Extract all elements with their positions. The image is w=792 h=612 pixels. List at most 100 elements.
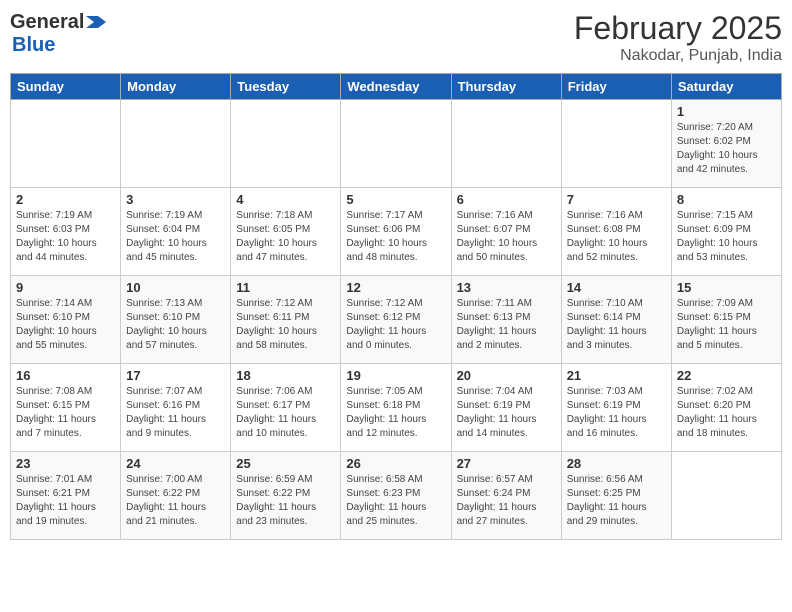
- calendar-cell: 23 Sunrise: 7:01 AM Sunset: 6:21 PM Dayli…: [11, 452, 121, 540]
- page-container: General Blue February 2025 Nakodar, Punj…: [0, 0, 792, 612]
- calendar-cell: 21 Sunrise: 7:03 AM Sunset: 6:19 PM Dayli…: [561, 364, 671, 452]
- sub-title: Nakodar, Punjab, India: [574, 47, 782, 65]
- day-info: Sunrise: 7:15 AM Sunset: 6:09 PM Dayligh…: [677, 209, 776, 265]
- calendar-cell: 5Sunrise: 7:17 AM Sunset: 6:06 PM Daylig…: [341, 188, 451, 276]
- day-number: 26: [346, 456, 445, 471]
- logo-text: General Blue: [10, 10, 108, 57]
- logo-blue: Blue: [12, 34, 55, 56]
- calendar-week-3: 9 Sunrise: 7:14 AM Sunset: 6:10 PM Daylig…: [11, 276, 782, 364]
- calendar-cell: 8 Sunrise: 7:15 AM Sunset: 6:09 PM Daylig…: [671, 188, 781, 276]
- calendar-cell: 19Sunrise: 7:05 AM Sunset: 6:18 PM Dayli…: [341, 364, 451, 452]
- day-info: Sunrise: 7:14 AM Sunset: 6:10 PM Dayligh…: [16, 297, 115, 353]
- day-number: 15: [677, 280, 776, 295]
- day-info: Sunrise: 7:10 AM Sunset: 6:14 PM Dayligh…: [567, 297, 666, 353]
- day-number: 2: [16, 192, 115, 207]
- day-info: Sunrise: 7:19 AM Sunset: 6:04 PM Dayligh…: [126, 209, 225, 265]
- logo-general: General: [10, 11, 84, 34]
- day-info: Sunrise: 7:19 AM Sunset: 6:03 PM Dayligh…: [16, 209, 115, 265]
- day-number: 3: [126, 192, 225, 207]
- calendar-cell: 1 Sunrise: 7:20 AM Sunset: 6:02 PM Daylig…: [671, 100, 781, 188]
- header-thursday: Thursday: [451, 74, 561, 100]
- header-row: Sunday Monday Tuesday Wednesday Thursday…: [11, 74, 782, 100]
- calendar-cell: 24 Sunrise: 7:00 AM Sunset: 6:22 PM Dayli…: [121, 452, 231, 540]
- calendar-cell: 27 Sunrise: 6:57 AM Sunset: 6:24 PM Dayli…: [451, 452, 561, 540]
- header-tuesday: Tuesday: [231, 74, 341, 100]
- day-number: 27: [457, 456, 556, 471]
- calendar-table: Sunday Monday Tuesday Wednesday Thursday…: [10, 73, 782, 540]
- day-info: Sunrise: 7:18 AM Sunset: 6:05 PM Dayligh…: [236, 209, 335, 265]
- logo: General Blue: [10, 10, 108, 57]
- day-info: Sunrise: 7:04 AM Sunset: 6:19 PM Dayligh…: [457, 385, 556, 441]
- day-info: Sunrise: 7:13 AM Sunset: 6:10 PM Dayligh…: [126, 297, 225, 353]
- day-number: 14: [567, 280, 666, 295]
- calendar-cell: 26 Sunrise: 6:58 AM Sunset: 6:23 PM Dayli…: [341, 452, 451, 540]
- calendar-header: Sunday Monday Tuesday Wednesday Thursday…: [11, 74, 782, 100]
- calendar-cell: 11 Sunrise: 7:12 AM Sunset: 6:11 PM Dayli…: [231, 276, 341, 364]
- calendar-week-1: 1 Sunrise: 7:20 AM Sunset: 6:02 PM Daylig…: [11, 100, 782, 188]
- day-number: 4: [236, 192, 335, 207]
- day-info: Sunrise: 6:56 AM Sunset: 6:25 PM Dayligh…: [567, 473, 666, 529]
- calendar-cell: 14 Sunrise: 7:10 AM Sunset: 6:14 PM Dayli…: [561, 276, 671, 364]
- day-info: Sunrise: 7:09 AM Sunset: 6:15 PM Dayligh…: [677, 297, 776, 353]
- day-number: 7: [567, 192, 666, 207]
- day-info: Sunrise: 6:59 AM Sunset: 6:22 PM Dayligh…: [236, 473, 335, 529]
- calendar-cell: 9 Sunrise: 7:14 AM Sunset: 6:10 PM Daylig…: [11, 276, 121, 364]
- day-info: Sunrise: 7:16 AM Sunset: 6:07 PM Dayligh…: [457, 209, 556, 265]
- day-number: 9: [16, 280, 115, 295]
- day-number: 20: [457, 368, 556, 383]
- calendar-cell: [231, 100, 341, 188]
- logo-arrow-icon: [84, 10, 108, 34]
- calendar-cell: 16 Sunrise: 7:08 AM Sunset: 6:15 PM Dayli…: [11, 364, 121, 452]
- calendar-cell: [341, 100, 451, 188]
- calendar-body: 1 Sunrise: 7:20 AM Sunset: 6:02 PM Daylig…: [11, 100, 782, 540]
- day-info: Sunrise: 7:07 AM Sunset: 6:16 PM Dayligh…: [126, 385, 225, 441]
- header-sunday: Sunday: [11, 74, 121, 100]
- day-info: Sunrise: 7:00 AM Sunset: 6:22 PM Dayligh…: [126, 473, 225, 529]
- day-info: Sunrise: 6:57 AM Sunset: 6:24 PM Dayligh…: [457, 473, 556, 529]
- calendar-cell: [451, 100, 561, 188]
- day-number: 13: [457, 280, 556, 295]
- calendar-cell: [561, 100, 671, 188]
- day-number: 22: [677, 368, 776, 383]
- day-info: Sunrise: 7:12 AM Sunset: 6:11 PM Dayligh…: [236, 297, 335, 353]
- day-number: 23: [16, 456, 115, 471]
- day-number: 1: [677, 104, 776, 119]
- day-info: Sunrise: 7:01 AM Sunset: 6:21 PM Dayligh…: [16, 473, 115, 529]
- day-info: Sunrise: 7:06 AM Sunset: 6:17 PM Dayligh…: [236, 385, 335, 441]
- main-title: February 2025: [574, 10, 782, 47]
- calendar-cell: [671, 452, 781, 540]
- calendar-cell: 25Sunrise: 6:59 AM Sunset: 6:22 PM Dayli…: [231, 452, 341, 540]
- day-info: Sunrise: 7:02 AM Sunset: 6:20 PM Dayligh…: [677, 385, 776, 441]
- header-wednesday: Wednesday: [341, 74, 451, 100]
- calendar-cell: 7 Sunrise: 7:16 AM Sunset: 6:08 PM Daylig…: [561, 188, 671, 276]
- calendar-cell: 20 Sunrise: 7:04 AM Sunset: 6:19 PM Dayli…: [451, 364, 561, 452]
- day-info: Sunrise: 7:16 AM Sunset: 6:08 PM Dayligh…: [567, 209, 666, 265]
- calendar-cell: 17 Sunrise: 7:07 AM Sunset: 6:16 PM Dayli…: [121, 364, 231, 452]
- day-number: 8: [677, 192, 776, 207]
- day-number: 11: [236, 280, 335, 295]
- day-number: 5: [346, 192, 445, 207]
- calendar-cell: 6Sunrise: 7:16 AM Sunset: 6:07 PM Daylig…: [451, 188, 561, 276]
- day-info: Sunrise: 7:05 AM Sunset: 6:18 PM Dayligh…: [346, 385, 445, 441]
- calendar-cell: 2 Sunrise: 7:19 AM Sunset: 6:03 PM Daylig…: [11, 188, 121, 276]
- calendar-cell: 22 Sunrise: 7:02 AM Sunset: 6:20 PM Dayli…: [671, 364, 781, 452]
- calendar-week-5: 23 Sunrise: 7:01 AM Sunset: 6:21 PM Dayli…: [11, 452, 782, 540]
- page-header: General Blue February 2025 Nakodar, Punj…: [10, 10, 782, 65]
- calendar-cell: 28Sunrise: 6:56 AM Sunset: 6:25 PM Dayli…: [561, 452, 671, 540]
- calendar-cell: 3 Sunrise: 7:19 AM Sunset: 6:04 PM Daylig…: [121, 188, 231, 276]
- day-number: 24: [126, 456, 225, 471]
- day-info: Sunrise: 7:03 AM Sunset: 6:19 PM Dayligh…: [567, 385, 666, 441]
- calendar-week-4: 16 Sunrise: 7:08 AM Sunset: 6:15 PM Dayli…: [11, 364, 782, 452]
- calendar-cell: 4 Sunrise: 7:18 AM Sunset: 6:05 PM Daylig…: [231, 188, 341, 276]
- day-info: Sunrise: 7:12 AM Sunset: 6:12 PM Dayligh…: [346, 297, 445, 353]
- day-info: Sunrise: 6:58 AM Sunset: 6:23 PM Dayligh…: [346, 473, 445, 529]
- calendar-cell: [11, 100, 121, 188]
- day-info: Sunrise: 7:20 AM Sunset: 6:02 PM Dayligh…: [677, 121, 776, 177]
- calendar-week-2: 2 Sunrise: 7:19 AM Sunset: 6:03 PM Daylig…: [11, 188, 782, 276]
- day-info: Sunrise: 7:08 AM Sunset: 6:15 PM Dayligh…: [16, 385, 115, 441]
- day-number: 17: [126, 368, 225, 383]
- day-number: 16: [16, 368, 115, 383]
- header-monday: Monday: [121, 74, 231, 100]
- calendar-cell: 15 Sunrise: 7:09 AM Sunset: 6:15 PM Dayli…: [671, 276, 781, 364]
- day-number: 21: [567, 368, 666, 383]
